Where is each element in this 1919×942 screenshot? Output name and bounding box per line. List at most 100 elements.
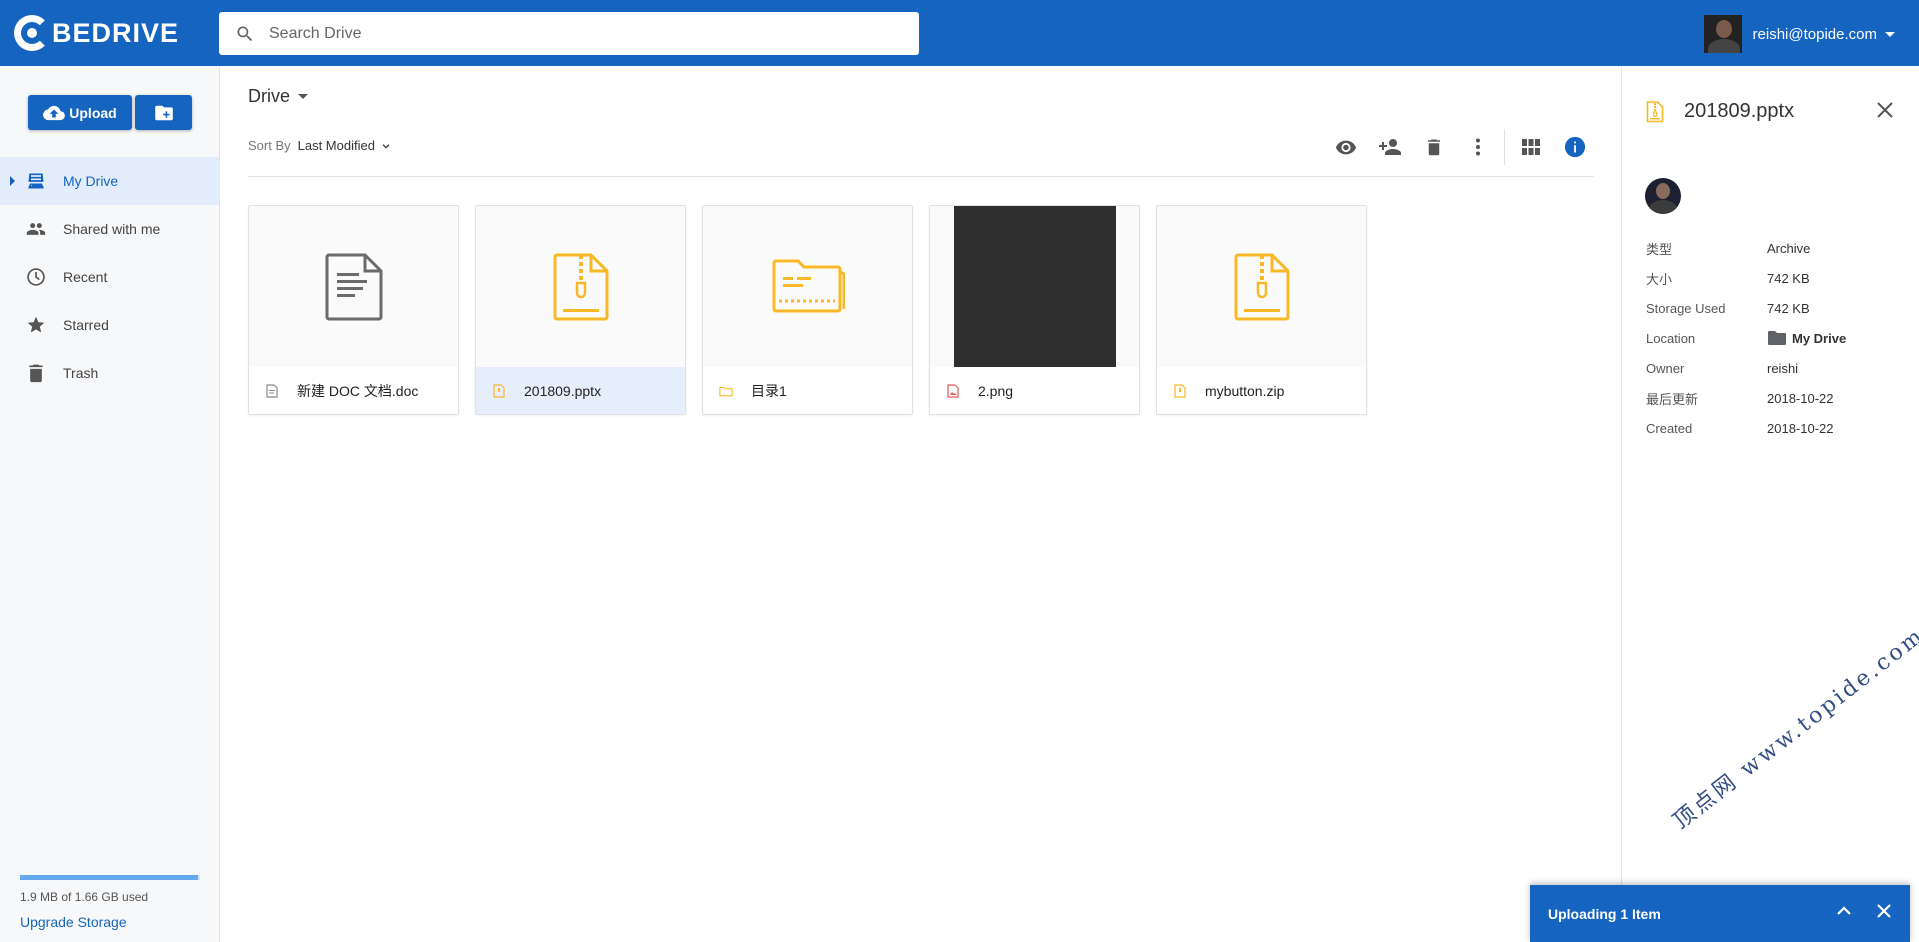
close-icon <box>1877 904 1891 918</box>
file-name-bar: 目录1 <box>703 367 912 414</box>
file-card[interactable]: mybutton.zip <box>1156 205 1367 415</box>
more-vert-icon <box>1476 138 1480 156</box>
eye-icon <box>1335 140 1357 155</box>
file-name: 201809.pptx <box>524 383 602 399</box>
sidebar-item-my-drive[interactable]: My Drive <box>0 157 219 205</box>
property-value: reishi <box>1767 360 1799 376</box>
drive-icon <box>26 171 46 191</box>
search-input[interactable] <box>269 24 889 43</box>
storage-bar-fill <box>20 875 199 880</box>
close-details-button[interactable] <box>1877 102 1893 123</box>
property-key: Storage Used <box>1646 300 1726 316</box>
file-name-bar: 新建 DOC 文档.doc <box>249 367 458 414</box>
document-icon <box>325 253 382 320</box>
close-toast-button[interactable] <box>1876 903 1892 924</box>
trash-icon <box>1428 139 1440 156</box>
folder-plus-icon <box>154 105 173 120</box>
clock-icon <box>26 267 46 287</box>
property-value: 2018-10-22 <box>1767 420 1834 436</box>
caret-down-icon <box>1885 31 1895 37</box>
file-toolbar <box>1324 129 1597 165</box>
storage-usage-text: 1.9 MB of 1.66 GB used <box>20 890 149 904</box>
storage-bar <box>20 875 200 880</box>
property-value: 2018-10-22 <box>1767 390 1834 406</box>
property-key: Owner <box>1646 360 1685 376</box>
image-icon <box>946 384 960 398</box>
header-divider <box>248 176 1594 177</box>
sidebar-item-shared-with-me[interactable]: Shared with me <box>0 205 219 253</box>
archive-icon <box>1234 253 1289 320</box>
property-key: Location <box>1646 330 1696 346</box>
breadcrumb[interactable]: Drive <box>248 86 309 107</box>
image-preview <box>953 206 1116 367</box>
property-row: Location My Drive <box>1646 323 1896 353</box>
info-icon <box>1564 136 1586 158</box>
file-card[interactable]: 新建 DOC 文档.doc <box>248 205 459 415</box>
folder-icon <box>1768 331 1786 345</box>
search-box[interactable] <box>219 12 919 55</box>
sidebar-item-label: Shared with me <box>63 221 161 237</box>
document-icon <box>265 384 279 398</box>
user-menu[interactable]: reishi@topide.com <box>1703 15 1895 53</box>
property-row: Created 2018-10-22 <box>1646 413 1896 443</box>
new-folder-button[interactable] <box>135 95 192 130</box>
sort-label: Sort By <box>248 138 291 153</box>
sidebar-item-starred[interactable]: Starred <box>0 301 219 349</box>
sidebar-item-recent[interactable]: Recent <box>0 253 219 301</box>
grid-view-icon <box>1522 139 1540 155</box>
expand-toast-button[interactable] <box>1836 903 1852 924</box>
chevron-down-icon <box>382 143 390 149</box>
property-key: 大小 <box>1646 271 1673 287</box>
property-value: 742 KB <box>1767 300 1810 316</box>
expand-arrow-icon[interactable] <box>10 176 15 186</box>
delete-button[interactable] <box>1412 129 1456 165</box>
user-email: reishi@topide.com <box>1752 25 1877 43</box>
property-value: Archive <box>1767 240 1811 256</box>
folder-icon <box>772 259 845 312</box>
upgrade-storage-link[interactable]: Upgrade Storage <box>20 914 200 930</box>
chevron-up-icon <box>1837 906 1851 915</box>
trash-icon <box>26 363 46 383</box>
archive-icon <box>492 384 506 398</box>
sidebar-item-trash[interactable]: Trash <box>0 349 219 397</box>
property-value: My Drive <box>1792 330 1847 346</box>
file-card[interactable]: 目录1 <box>702 205 913 415</box>
archive-icon <box>1646 100 1664 122</box>
details-title: 201809.pptx <box>1684 100 1795 122</box>
sidebar-item-label: Recent <box>63 269 108 285</box>
sort-control[interactable]: Sort By Last Modified <box>248 138 391 153</box>
close-icon <box>1877 102 1893 118</box>
main-content: Drive Sort By Last Modified 新建 DOC 文档.do… <box>220 66 1621 942</box>
grid-view-button[interactable] <box>1509 129 1553 165</box>
upload-progress-toast: Uploading 1 Item <box>1530 885 1910 942</box>
details-header: 201809.pptx <box>1646 100 1794 123</box>
storage-meter: 1.9 MB of 1.66 GB used Upgrade Storage <box>20 875 200 930</box>
property-key: 类型 <box>1646 241 1673 257</box>
upload-status-text: Uploading 1 Item <box>1548 905 1661 922</box>
location-link[interactable]: My Drive <box>1767 330 1846 346</box>
folder-icon <box>719 384 733 398</box>
property-row: Storage Used 742 KB <box>1646 293 1896 323</box>
property-key: Created <box>1646 420 1693 436</box>
file-thumbnail <box>249 206 458 367</box>
breadcrumb-item: Drive <box>248 86 291 106</box>
cloud-upload-icon <box>43 105 66 120</box>
file-thumbnail <box>476 206 685 367</box>
more-options-button[interactable] <box>1456 129 1500 165</box>
preview-button[interactable] <box>1324 129 1368 165</box>
upload-button[interactable]: Upload <box>28 95 132 130</box>
owner-avatar <box>1645 178 1681 214</box>
file-card[interactable]: 2.png <box>929 205 1140 415</box>
file-thumbnail <box>930 206 1139 367</box>
app-logo[interactable]: BEDRIVE <box>14 15 179 51</box>
people-icon <box>26 219 46 239</box>
share-button[interactable] <box>1368 129 1412 165</box>
property-row: 最后更新 2018-10-22 <box>1646 383 1896 413</box>
top-bar: BEDRIVE reishi@topide.com <box>0 0 1919 66</box>
file-name: 2.png <box>978 383 1014 399</box>
file-name-bar: 2.png <box>930 367 1139 414</box>
sidebar-nav: My Drive Shared with me Recent Starred T… <box>0 157 219 397</box>
sidebar-item-label: My Drive <box>63 173 119 189</box>
file-card[interactable]: 201809.pptx <box>475 205 686 415</box>
info-button[interactable] <box>1553 129 1597 165</box>
